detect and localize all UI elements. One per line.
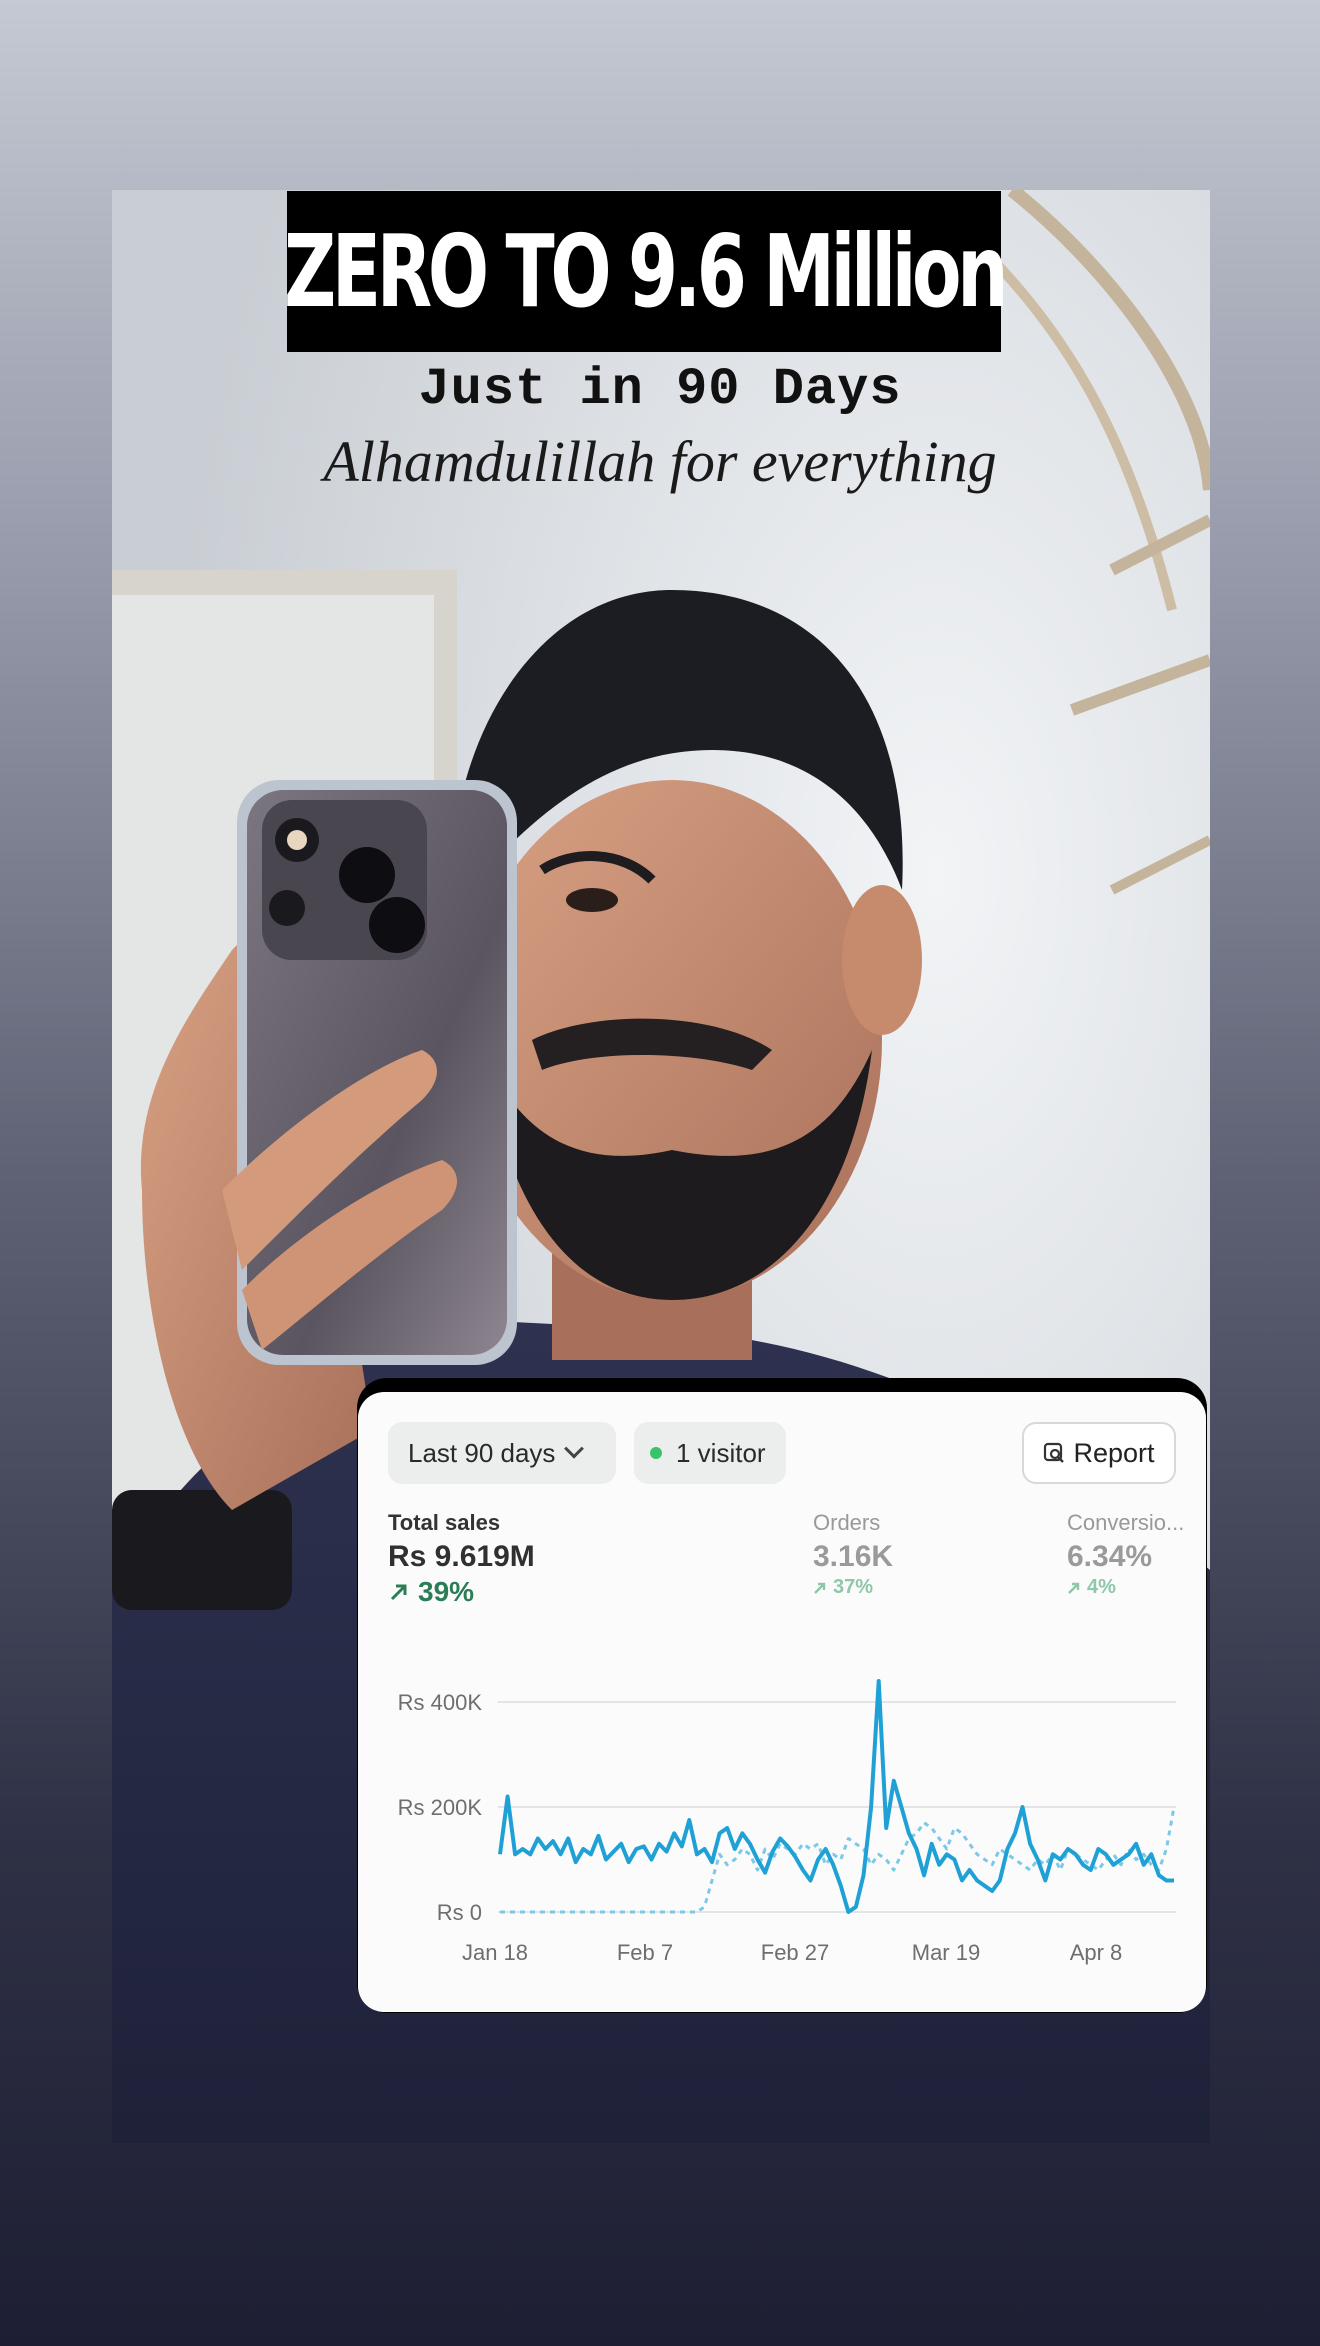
date-range-dropdown[interactable]: Last 90 days — [388, 1422, 616, 1484]
metric-total-sales[interactable]: Total sales Rs 9.619M 39% — [388, 1510, 535, 1608]
metric-change-value: 37% — [833, 1576, 874, 1598]
x-tick-label: Feb 7 — [617, 1940, 673, 1965]
series-line-previous — [500, 1806, 1176, 1914]
headline: ZERO TO 9.6 Million — [283, 212, 1008, 330]
metric-change-value: 39% — [418, 1576, 475, 1607]
report-search-icon — [1044, 1442, 1065, 1463]
x-tick-label: Feb 27 — [761, 1940, 830, 1965]
metric-value: 3.16K — [813, 1540, 894, 1573]
analytics-card: Last 90 days 1 visitor Report Total sale… — [358, 1392, 1206, 2012]
sales-line-chart: Rs 400K Rs 200K Rs 0 Jan 18 Feb 7 Feb 27 Mar 1… — [398, 1679, 1176, 1965]
metric-conversion[interactable]: Conversio... 6.34% 4% — [1067, 1510, 1206, 1599]
metric-value: Rs 9.619M — [388, 1540, 535, 1573]
title-banner: ZERO TO 9.6 Million — [283, 191, 1008, 352]
metric-label: Total sales — [388, 1510, 501, 1535]
x-tick-label: Mar 19 — [912, 1940, 980, 1965]
y-tick-label: Rs 400K — [398, 1690, 483, 1715]
metric-change: 39% — [388, 1576, 535, 1608]
live-dot-icon — [650, 1447, 662, 1459]
metric-value: 6.34% — [1067, 1540, 1153, 1573]
arrow-up-right-icon — [1068, 1582, 1080, 1594]
metric-change: 37% — [813, 1576, 893, 1599]
x-tick-label: Jan 18 — [462, 1940, 528, 1965]
report-button[interactable]: Report — [1022, 1422, 1176, 1484]
date-range-label: Last 90 days — [408, 1437, 556, 1468]
visitors-label: 1 visitor — [676, 1437, 766, 1468]
arrow-up-right-icon — [390, 1584, 407, 1601]
metric-label: Conversio... — [1067, 1510, 1185, 1535]
series-line-current — [498, 1679, 1174, 1914]
report-label: Report — [1073, 1437, 1155, 1468]
chevron-down-icon — [564, 1438, 585, 1459]
x-tick-label: Apr 8 — [1070, 1940, 1123, 1965]
metric-label: Orders — [813, 1510, 881, 1535]
y-tick-label: Rs 200K — [398, 1795, 483, 1820]
metric-change-value: 4% — [1087, 1576, 1116, 1598]
tagline: Alhamdulillah for everything — [323, 429, 997, 494]
metric-orders[interactable]: Orders 3.16K 37% — [813, 1510, 893, 1599]
live-visitors-button[interactable]: 1 visitor — [634, 1422, 786, 1484]
arrow-up-right-icon — [814, 1582, 826, 1594]
metric-change: 4% — [1067, 1576, 1206, 1599]
subtitle: Just in 90 Days — [418, 360, 902, 419]
y-tick-label: Rs 0 — [437, 1900, 482, 1925]
